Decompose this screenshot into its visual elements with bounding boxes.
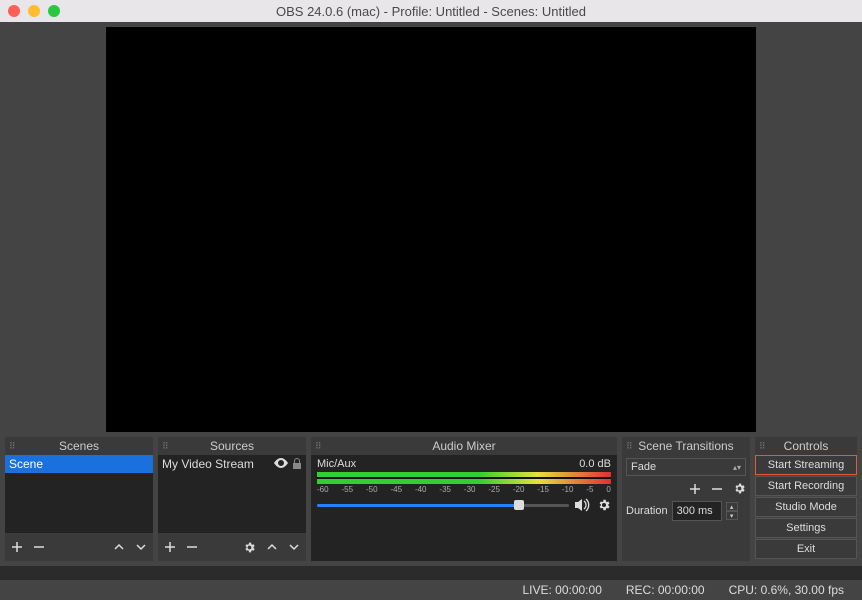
- mixer-level: 0.0 dB: [579, 458, 611, 470]
- dock-grip-icon[interactable]: ⠿: [626, 441, 633, 452]
- start-streaming-button[interactable]: Start Streaming: [755, 455, 857, 475]
- duration-label: Duration: [626, 505, 668, 517]
- duration-down-button[interactable]: ▾: [726, 511, 738, 520]
- controls-title: Controls: [784, 439, 829, 453]
- meter-ticks: -60-55-50-45-40-35-30-25-20-15-10-50: [317, 485, 611, 494]
- preview-canvas[interactable]: [106, 27, 756, 432]
- studio-mode-button[interactable]: Studio Mode: [755, 497, 857, 517]
- sources-title: Sources: [210, 439, 254, 453]
- chevron-updown-icon: ▴▾: [733, 463, 741, 472]
- lock-icon[interactable]: [292, 458, 302, 470]
- remove-transition-button[interactable]: [711, 483, 723, 495]
- source-props-button[interactable]: [243, 541, 256, 554]
- duration-input[interactable]: 300 ms: [672, 501, 722, 521]
- eye-icon[interactable]: [274, 458, 288, 470]
- source-down-button[interactable]: [288, 541, 300, 553]
- exit-button[interactable]: Exit: [755, 539, 857, 559]
- status-rec: REC: 00:00:00: [626, 583, 705, 597]
- audio-mixer-panel: ⠿ Audio Mixer Mic/Aux 0.0 dB -60-55-50-4…: [311, 437, 617, 561]
- transition-settings-icon[interactable]: [733, 482, 746, 495]
- remove-scene-button[interactable]: [33, 541, 45, 553]
- dock-grip-icon[interactable]: ⠿: [315, 441, 322, 452]
- dock-grip-icon[interactable]: ⠿: [162, 441, 169, 452]
- status-bar: LIVE: 00:00:00 REC: 00:00:00 CPU: 0.6%, …: [0, 580, 862, 600]
- audio-meter: [317, 472, 611, 484]
- mixer-settings-icon[interactable]: [597, 498, 611, 512]
- add-transition-button[interactable]: [689, 483, 701, 495]
- status-live: LIVE: 00:00:00: [522, 583, 601, 597]
- duration-up-button[interactable]: ▴: [726, 502, 738, 511]
- titlebar: OBS 24.0.6 (mac) - Profile: Untitled - S…: [0, 0, 862, 22]
- transitions-panel: ⠿ Scene Transitions Fade ▴▾ Duration: [622, 437, 750, 561]
- sources-panel: ⠿ Sources My Video Stream: [158, 437, 306, 561]
- source-list-item[interactable]: My Video Stream: [158, 455, 306, 473]
- window-title: OBS 24.0.6 (mac) - Profile: Untitled - S…: [0, 4, 862, 19]
- remove-source-button[interactable]: [186, 541, 198, 553]
- add-scene-button[interactable]: [11, 541, 23, 553]
- transition-select[interactable]: Fade ▴▾: [626, 458, 746, 476]
- scenes-panel: ⠿ Scenes Scene: [5, 437, 153, 561]
- scene-list-item[interactable]: Scene: [5, 455, 153, 473]
- mixer-channel-label: Mic/Aux: [317, 458, 356, 470]
- scene-up-button[interactable]: [113, 541, 125, 553]
- add-source-button[interactable]: [164, 541, 176, 553]
- dock-grip-icon[interactable]: ⠿: [759, 441, 766, 452]
- scenes-title: Scenes: [59, 439, 99, 453]
- scene-down-button[interactable]: [135, 541, 147, 553]
- controls-panel: ⠿ Controls Start Streaming Start Recordi…: [755, 437, 857, 561]
- volume-slider[interactable]: [317, 504, 569, 507]
- speaker-icon[interactable]: [575, 498, 591, 512]
- start-recording-button[interactable]: Start Recording: [755, 476, 857, 496]
- settings-button[interactable]: Settings: [755, 518, 857, 538]
- status-cpu: CPU: 0.6%, 30.00 fps: [729, 583, 844, 597]
- transitions-title: Scene Transitions: [638, 439, 733, 453]
- main-content: ⠿ Scenes Scene ⠿ Sources: [0, 22, 862, 566]
- mixer-title: Audio Mixer: [432, 439, 495, 453]
- source-up-button[interactable]: [266, 541, 278, 553]
- dock-grip-icon[interactable]: ⠿: [9, 441, 16, 452]
